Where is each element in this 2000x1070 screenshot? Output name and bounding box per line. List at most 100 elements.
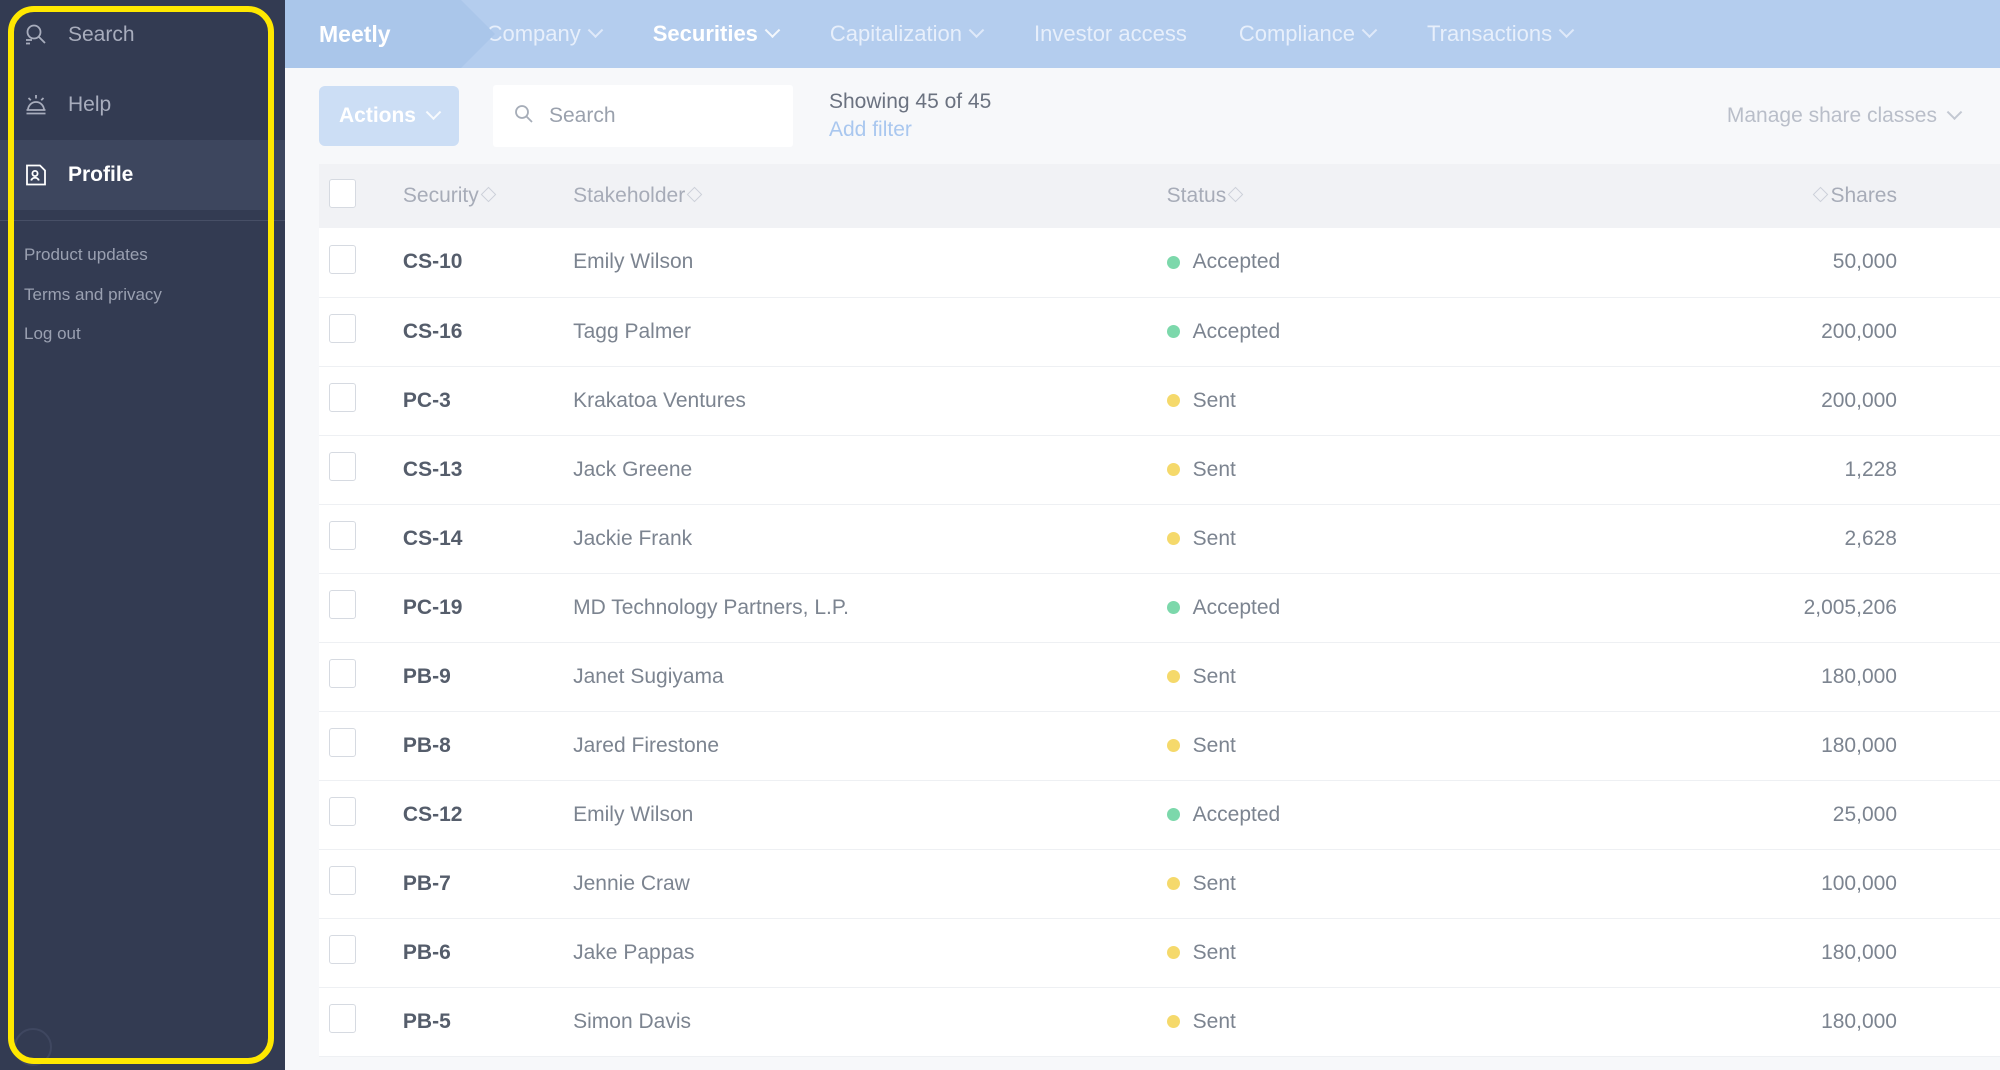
column-header-price-per-share[interactable]: Price/Share [1907,164,2000,228]
row-checkbox[interactable] [329,452,356,481]
sidebar-item-profile[interactable]: Profile [0,140,285,210]
row-checkbox[interactable] [329,866,356,895]
cell-stakeholder: Emily Wilson [573,802,694,826]
cell-shares: 180,000 [1821,733,1897,757]
nav-item-securities[interactable]: Securities [627,0,804,68]
cell-status: Accepted [1157,297,1627,366]
table-row[interactable]: PC-19 MD Technology Partners, L.P. Accepte… [319,573,2000,642]
row-checkbox[interactable] [329,244,356,274]
cell-security: CS-10 [402,250,463,274]
chevron-down-icon [1361,21,1378,38]
chevron-down-icon [968,21,985,38]
sidebar-item-label: Search [68,23,135,46]
cell-stakeholder: Simon Davis [573,1009,691,1033]
column-header-shares[interactable]: Shares [1627,164,1907,228]
cell-shares: 50,000 [1832,250,1897,274]
sidebar-link-log-out[interactable]: Log out [0,314,285,354]
cell-price-per-share: $1.22 [1907,987,2000,1056]
column-header-security[interactable]: Security [393,164,563,228]
row-checkbox[interactable] [329,383,356,412]
row-checkbox[interactable] [329,659,356,688]
row-checkbox[interactable] [329,590,356,619]
row-checkbox[interactable] [329,935,356,964]
cell-stakeholder: Krakatoa Ventures [573,388,746,412]
sidebar-item-label: Help [68,93,112,116]
row-select-cell [319,918,393,987]
column-header-label: Security [402,184,479,207]
select-all-header [319,164,393,228]
sidebar-link-terms-and-privacy[interactable]: Terms and privacy [0,275,285,315]
sort-icon[interactable] [1813,186,1829,203]
status-badge: Sent [1192,1009,1236,1033]
cell-price-per-share: $1.22 [1907,849,2000,918]
row-select-cell [319,642,393,711]
cell-security: CS-13 [402,457,463,481]
main-area: Meetly Company Securities Capitalization… [285,0,2000,1070]
nav-item-label: Securities [652,21,758,46]
securities-table: Security Stakeholder Status Shares Price [319,164,2000,1057]
cell-security: PB-6 [402,940,451,964]
row-select-cell [319,987,393,1056]
chevron-down-icon [587,21,604,38]
row-checkbox[interactable] [329,797,356,826]
chevron-down-icon [425,103,442,120]
table-row[interactable]: CS-10Emily WilsonAccepted50,000$0.2007/1… [319,228,2000,297]
add-filter-link[interactable]: Add filter [829,118,991,142]
cell-price-per-share: $1.22 [1907,711,2000,780]
actions-button-label: Actions [338,104,416,127]
chevron-down-icon [764,21,781,38]
cell-price-per-share: $0.64 [1907,435,2000,504]
status-badge: Accepted [1192,250,1281,274]
app-root: Search Help Profile Product updates Term… [0,0,2000,1070]
showing-block: Showing 45 of 45 Add filter [829,90,991,142]
row-checkbox[interactable] [329,314,356,343]
select-all-checkbox[interactable] [329,178,356,208]
sidebar-item-search[interactable]: Search [0,0,285,70]
row-checkbox[interactable] [329,521,356,550]
table-row[interactable]: CS-12Emily WilsonAccepted25,000$0.1709/1… [319,780,2000,849]
status-dot [1166,739,1180,752]
cell-status: Sent [1157,435,1627,504]
column-header-stakeholder[interactable]: Stakeholder [563,164,1157,228]
cell-security: PC-19 [402,595,463,619]
cell-security: PB-5 [402,1009,451,1033]
sort-icon[interactable] [686,186,703,203]
table-row[interactable]: CS-16Tagg PalmerAccepted200,000$0.0108/2… [319,297,2000,366]
table-row[interactable]: CS-14Jackie FrankSent2,628$0.6408/01/20 [319,504,2000,573]
sidebar-item-help[interactable]: Help [0,70,285,140]
status-badge: Accepted [1192,319,1281,343]
cell-security: PB-9 [402,664,451,688]
nav-item-compliance[interactable]: Compliance [1213,0,1401,68]
cell-price-per-share: $2.75 [1907,573,2000,642]
actions-button[interactable]: Actions [319,86,459,146]
cell-shares: 180,000 [1821,1009,1897,1033]
row-checkbox[interactable] [329,1004,356,1033]
table-row[interactable]: PB-8Jared FirestoneSent180,000$1.2209/13… [319,711,2000,780]
column-header-status[interactable]: Status [1157,164,1627,228]
row-checkbox[interactable] [329,728,356,757]
sort-icon[interactable] [1227,186,1244,203]
status-dot [1166,394,1180,407]
avatar[interactable] [14,1028,52,1066]
cell-status: Accepted [1157,780,1627,849]
table-row[interactable]: PB-6Jake PappasSent180,000$1.2209/11/20 [319,918,2000,987]
table-row[interactable]: PB-7Jennie CrawSent100,000$1.2209/12/20 [319,849,2000,918]
table-row[interactable]: PB-9Janet SugiyamaSent180,000$1.2209/14/… [319,642,2000,711]
table-row[interactable]: CS-13Jack GreeneSent1,228$0.6408/08/20 [319,435,2000,504]
nav-item-transactions[interactable]: Transactions [1401,0,1598,68]
top-navigation: Meetly Company Securities Capitalization… [285,0,2000,68]
manage-share-classes-button[interactable]: Manage share classes [1727,103,1963,128]
row-select-cell [319,228,393,297]
table-row[interactable]: PB-5Simon DavisSent180,000$1.2209/10/20 [319,987,2000,1056]
table-row[interactable]: PC-3Krakatoa VenturesSent200,000$2.7508/… [319,366,2000,435]
nav-company-tab[interactable]: Meetly [285,0,495,68]
cell-price-per-share: $2.75 [1907,366,2000,435]
sort-icon[interactable] [480,186,497,203]
sidebar-divider [0,220,285,221]
help-lifebuoy-icon [22,91,50,119]
sidebar-link-product-updates[interactable]: Product updates [0,235,285,275]
search-input[interactable]: Search [493,85,793,147]
nav-item-investor-access[interactable]: Investor access [1008,0,1213,68]
row-select-cell [319,504,393,573]
nav-item-capitalization[interactable]: Capitalization [804,0,1008,68]
